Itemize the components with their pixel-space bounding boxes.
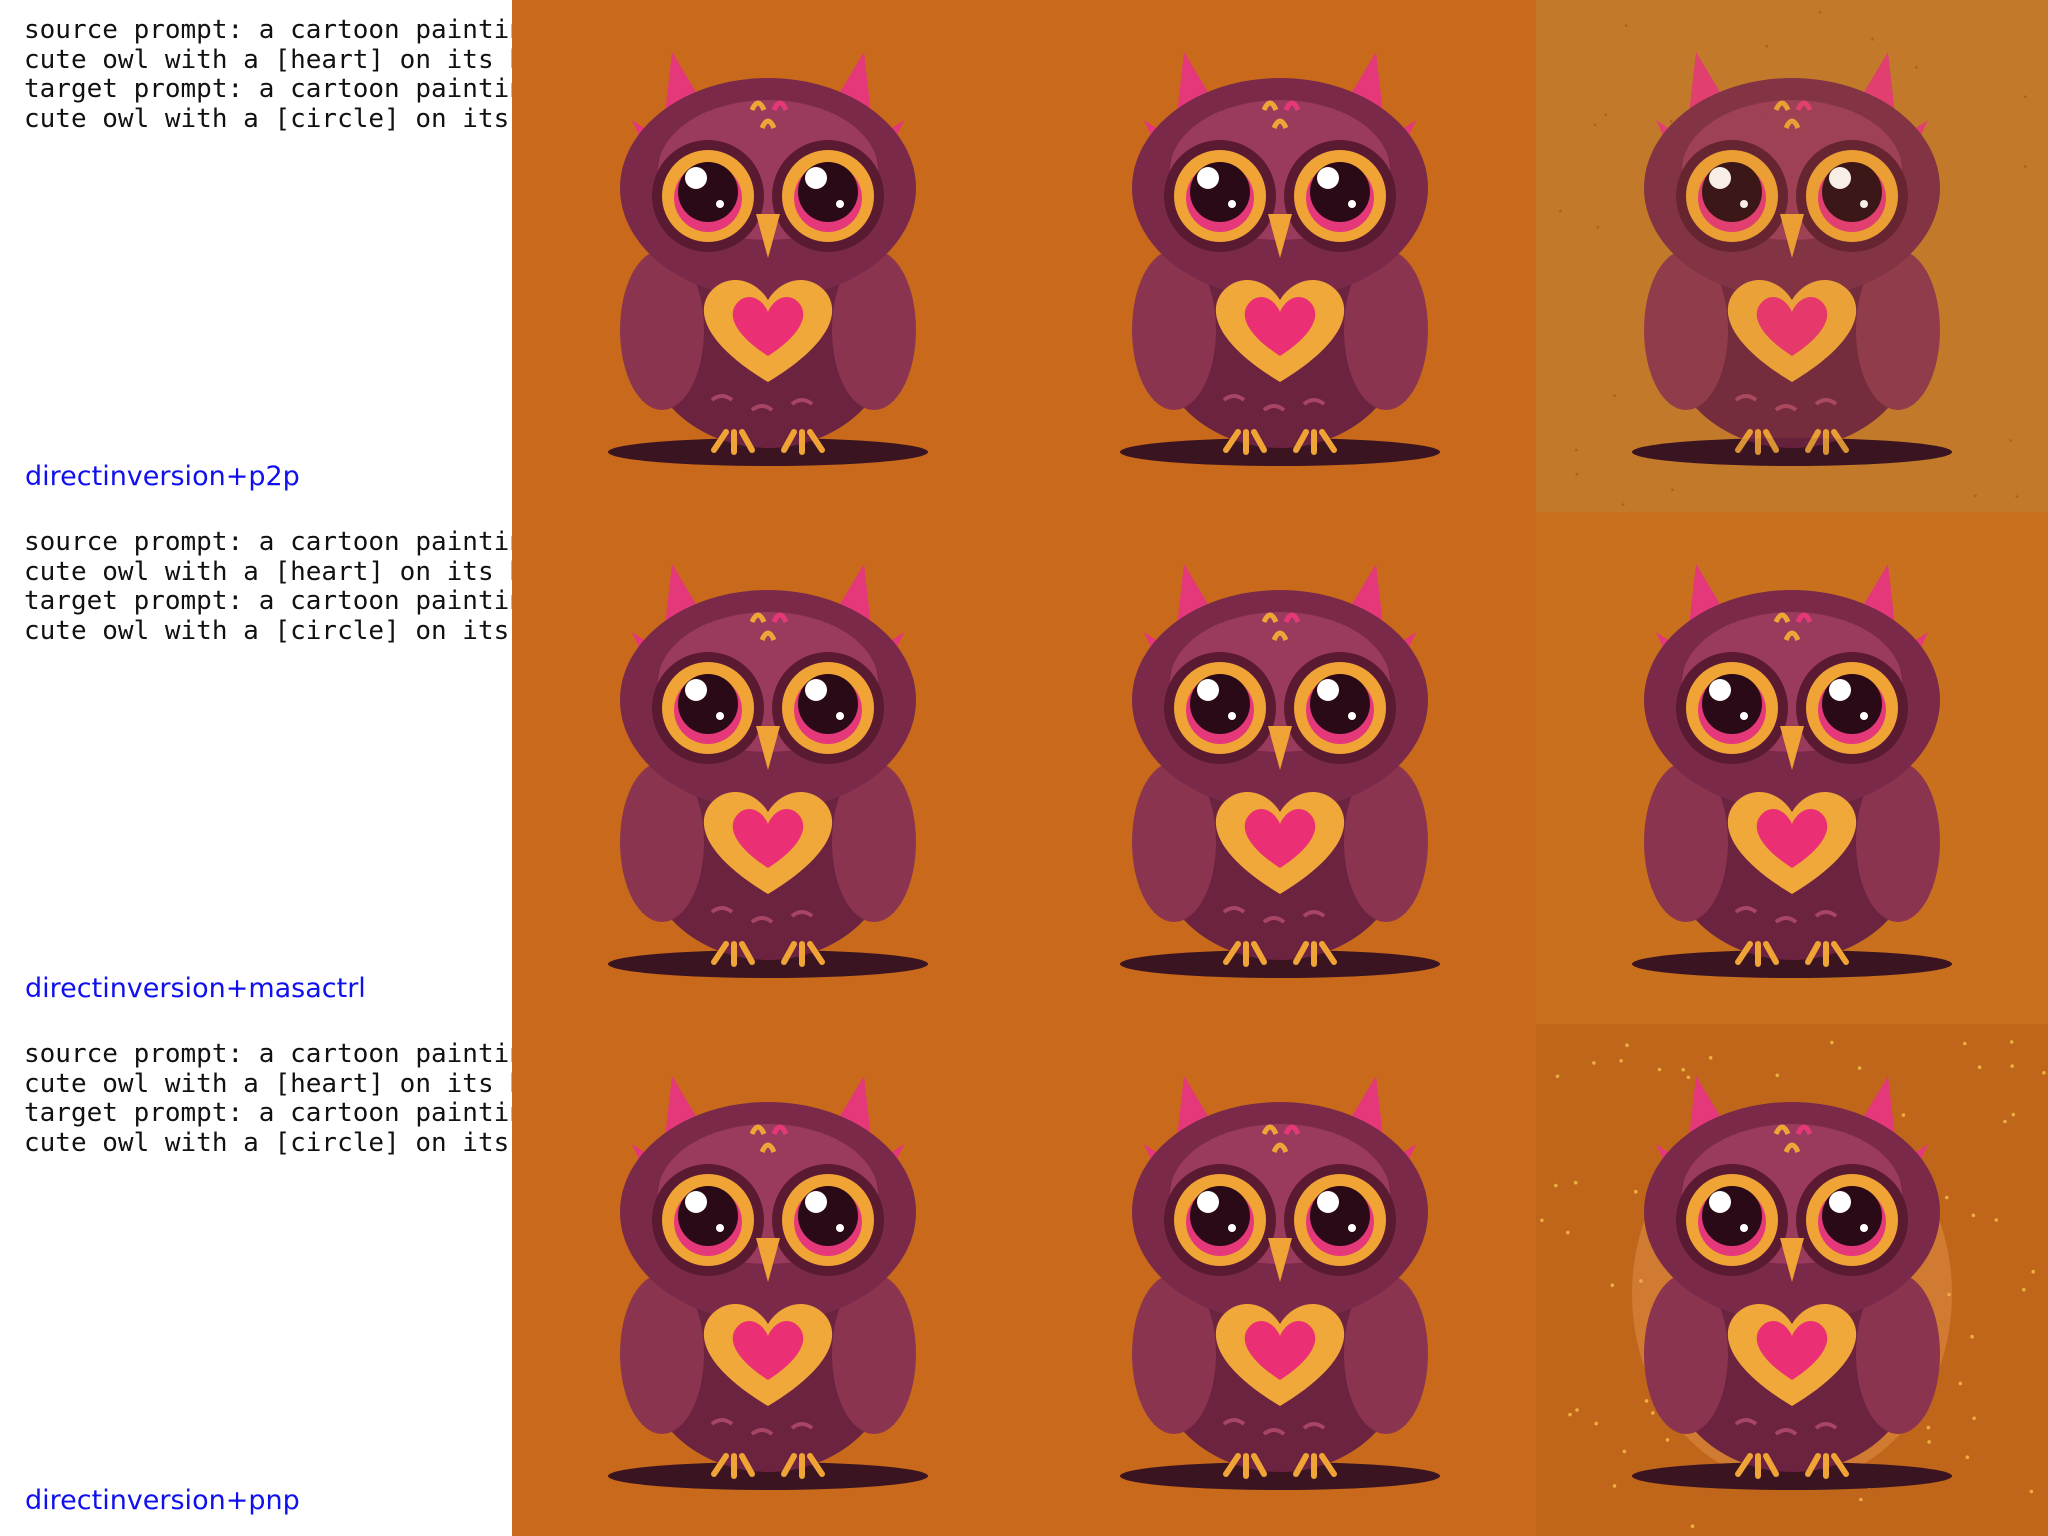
method-label: directinversion+masactrl (25, 973, 366, 1004)
result-row: source prompt: a cartoon painting of a c… (0, 512, 2048, 1024)
owl-image (1024, 512, 1536, 1024)
method-label: directinversion+pnp (25, 1485, 300, 1516)
owl-image (1024, 0, 1536, 512)
owl-image (1536, 512, 2048, 1024)
row-label-column: source prompt: a cartoon painting of a c… (0, 1024, 619, 1536)
owl-image (512, 0, 1024, 512)
result-row: source prompt: a cartoon painting of a c… (0, 1024, 2048, 1536)
row-label-column: source prompt: a cartoon painting of a c… (0, 0, 619, 512)
owl-image (512, 1024, 1024, 1536)
method-label: directinversion+p2p (25, 461, 300, 492)
owl-image (1536, 0, 2048, 512)
owl-image (512, 512, 1024, 1024)
row-label-column: source prompt: a cartoon painting of a c… (0, 512, 619, 1024)
owl-image (1536, 1024, 2048, 1536)
result-row: source prompt: a cartoon painting of a c… (0, 0, 2048, 512)
owl-image (1024, 1024, 1536, 1536)
